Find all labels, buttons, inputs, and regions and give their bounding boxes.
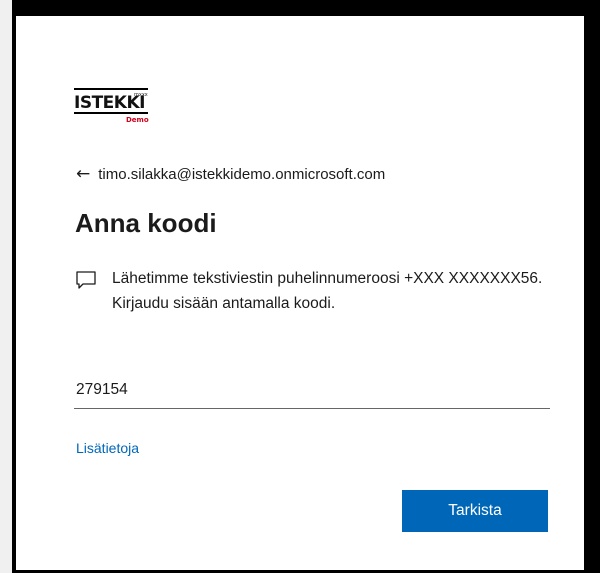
sms-icon: [76, 271, 96, 289]
back-arrow-icon[interactable]: ←: [76, 164, 90, 184]
background-strip: [0, 0, 12, 573]
screen-frame: mxxx ISTEKKI Demo ← timo.silakka@istekki…: [0, 0, 600, 573]
sms-message-text: Lähetimme tekstiviestin puhelinnumeroosi…: [112, 270, 543, 312]
more-info-link[interactable]: Lisätietoja: [76, 440, 139, 456]
page-title: Anna koodi: [75, 208, 217, 238]
verify-button[interactable]: Tarkista: [402, 490, 548, 532]
logo-wordmark: ISTEKKI: [74, 93, 148, 114]
identity-row: ← timo.silakka@istekkidemo.onmicrosoft.c…: [76, 162, 385, 186]
company-logo: mxxx ISTEKKI Demo: [74, 88, 164, 138]
verification-code-input[interactable]: [74, 372, 550, 409]
account-email: timo.silakka@istekkidemo.onmicrosoft.com: [98, 165, 386, 183]
signin-card: mxxx ISTEKKI Demo ← timo.silakka@istekki…: [16, 16, 584, 570]
logo-demo-label: Demo: [126, 116, 149, 124]
sms-message: Lähetimme tekstiviestin puhelinnumeroosi…: [74, 266, 554, 316]
logo-top-bar: [74, 88, 148, 90]
